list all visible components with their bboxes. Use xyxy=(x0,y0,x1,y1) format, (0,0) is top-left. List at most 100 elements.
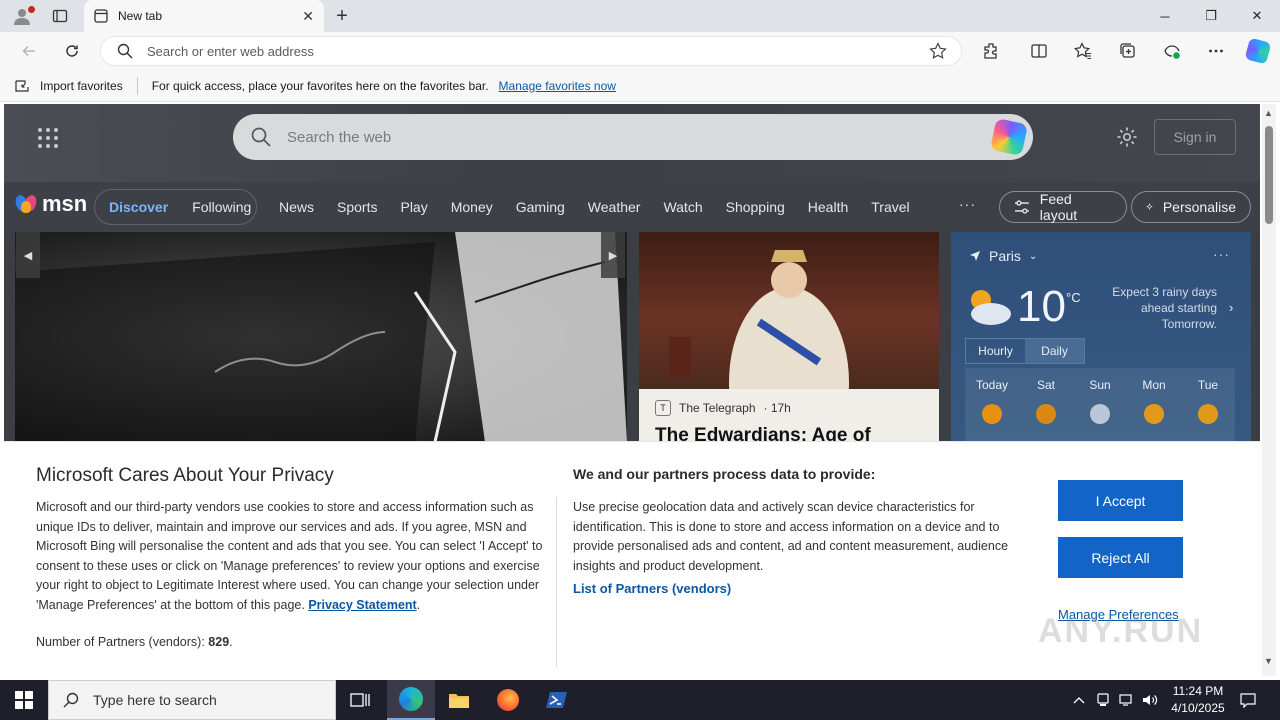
nav-weather[interactable]: Weather xyxy=(588,199,641,215)
search-icon xyxy=(251,127,271,147)
feed-layout-button[interactable]: Feed layout xyxy=(999,191,1127,223)
more-options-icon[interactable] xyxy=(1201,36,1231,66)
tab-actions-icon[interactable] xyxy=(46,4,74,28)
chevron-right-icon[interactable]: › xyxy=(1229,300,1233,315)
data-processing-heading: We and our partners process data to prov… xyxy=(573,466,876,482)
notifications-button[interactable] xyxy=(1236,680,1260,720)
hero-carousel-image[interactable] xyxy=(15,232,627,442)
scroll-up-icon[interactable]: ▲ xyxy=(1264,108,1273,118)
scroll-down-icon[interactable]: ▼ xyxy=(1264,656,1273,666)
tab-discover[interactable]: Discover xyxy=(109,199,168,215)
anyrun-watermark: ANY.RUN xyxy=(1038,612,1204,650)
extensions-icon[interactable] xyxy=(976,36,1006,66)
weather-day[interactable]: Mon xyxy=(1127,368,1181,448)
close-window-button[interactable]: ✕ xyxy=(1234,0,1280,32)
weather-temperature: 10 xyxy=(1017,282,1066,331)
partly-cloudy-icon xyxy=(971,290,1011,325)
tab-title: New tab xyxy=(118,9,163,23)
scrollbar-thumb[interactable] xyxy=(1265,126,1273,224)
carousel-next-button[interactable]: ▶ xyxy=(601,232,625,278)
clock-date: 4/10/2025 xyxy=(1171,701,1225,715)
sparkle-icon xyxy=(1146,203,1153,210)
taskbar-firefox[interactable] xyxy=(484,680,532,720)
tab-new-tab[interactable]: New tab ✕ xyxy=(84,0,324,32)
copilot-search-icon[interactable] xyxy=(990,118,1028,156)
new-tab-button[interactable]: + xyxy=(330,4,354,28)
import-favorites-icon[interactable] xyxy=(14,78,30,94)
weather-day[interactable]: Today xyxy=(965,368,1019,448)
reject-all-button[interactable]: Reject All xyxy=(1058,537,1183,578)
weather-days: Today Sat Sun Mon Tue xyxy=(965,368,1235,448)
settings-gear-icon[interactable] xyxy=(1114,124,1140,150)
weather-more-icon[interactable]: ··· xyxy=(1213,246,1230,262)
taskbar-file-explorer[interactable] xyxy=(435,680,483,720)
volume-icon[interactable] xyxy=(1139,680,1161,720)
nav-news[interactable]: News xyxy=(279,199,314,215)
favorites-icon[interactable] xyxy=(1068,36,1098,66)
copilot-icon[interactable] xyxy=(1243,36,1273,66)
import-favorites-button[interactable]: Import favorites xyxy=(40,79,123,93)
manage-favorites-link[interactable]: Manage favorites now xyxy=(499,79,616,93)
personalise-button[interactable]: Personalise xyxy=(1131,191,1251,223)
list-of-partners-link[interactable]: List of Partners (vendors) xyxy=(573,581,731,596)
weather-day[interactable]: Tue xyxy=(1181,368,1235,448)
task-view-button[interactable] xyxy=(336,680,384,720)
nav-sports[interactable]: Sports xyxy=(337,199,377,215)
profile-icon[interactable] xyxy=(8,4,36,28)
nav-gaming[interactable]: Gaming xyxy=(516,199,565,215)
network-icon[interactable] xyxy=(1115,680,1137,720)
privacy-statement-link[interactable]: Privacy Statement xyxy=(308,598,416,612)
nav-more-button[interactable]: ··· xyxy=(959,196,976,212)
weather-day[interactable]: Sat xyxy=(1019,368,1073,448)
nav-money[interactable]: Money xyxy=(451,199,493,215)
news-source-name: The Telegraph xyxy=(679,401,756,415)
nav-play[interactable]: Play xyxy=(400,199,427,215)
sign-in-button[interactable]: Sign in xyxy=(1154,119,1236,155)
split-screen-icon[interactable] xyxy=(1024,36,1054,66)
chevron-down-icon: ⌄ xyxy=(1028,250,1038,262)
clock-time: 11:24 PM xyxy=(1172,684,1224,698)
address-bar[interactable]: Search or enter web address xyxy=(100,36,962,66)
page-scrollbar[interactable]: ▲ ▼ xyxy=(1262,104,1276,676)
msn-logo[interactable]: msn xyxy=(13,191,87,217)
browser-essentials-icon[interactable] xyxy=(1157,36,1187,66)
app-launcher-icon[interactable] xyxy=(38,128,58,148)
weather-day[interactable]: Sun xyxy=(1073,368,1127,448)
day-label: Sat xyxy=(1036,378,1055,392)
tab-hourly[interactable]: Hourly xyxy=(966,339,1025,363)
refresh-button[interactable] xyxy=(57,36,87,66)
nav-travel[interactable]: Travel xyxy=(871,199,909,215)
carousel-prev-button[interactable]: ◀ xyxy=(16,232,40,278)
device-icon[interactable] xyxy=(1092,680,1114,720)
tab-daily[interactable]: Daily xyxy=(1025,339,1084,363)
nav-health[interactable]: Health xyxy=(808,199,848,215)
accept-button[interactable]: I Accept xyxy=(1058,480,1183,521)
taskbar-powershell[interactable] xyxy=(533,680,581,720)
taskbar-search-box[interactable]: Type here to search xyxy=(48,680,336,720)
minimize-button[interactable]: ─ xyxy=(1142,0,1188,32)
telegraph-logo-icon: T xyxy=(655,400,671,416)
folder-icon xyxy=(449,694,469,708)
tab-following[interactable]: Following xyxy=(192,199,251,215)
back-button[interactable] xyxy=(14,36,44,66)
start-button[interactable] xyxy=(0,680,48,720)
favorites-bar: Import favorites For quick access, place… xyxy=(0,70,1280,102)
news-headline[interactable]: The Edwardians: Age of xyxy=(655,425,871,442)
weather-card[interactable]: Paris ⌄ ··· 10 °C Expect 3 rainy days ah… xyxy=(951,232,1251,448)
news-card[interactable]: T The Telegraph · 17h The Edwardians: Ag… xyxy=(639,232,939,442)
powershell-icon xyxy=(546,692,567,708)
close-tab-icon[interactable]: ✕ xyxy=(302,8,314,25)
nav-shopping[interactable]: Shopping xyxy=(726,199,785,215)
show-hidden-icons[interactable] xyxy=(1068,680,1090,720)
privacy-body-text: Microsoft and our third-party vendors us… xyxy=(36,500,543,612)
favorite-star-icon[interactable] xyxy=(929,42,947,60)
nav-watch[interactable]: Watch xyxy=(663,199,702,215)
taskbar-edge[interactable] xyxy=(387,680,435,720)
restore-button[interactable]: ❐ xyxy=(1188,0,1234,32)
weather-tabs: Hourly Daily xyxy=(965,338,1085,364)
collections-icon[interactable] xyxy=(1113,36,1143,66)
partly-cloudy-icon xyxy=(1144,404,1164,424)
taskbar-clock[interactable]: 11:24 PM 4/10/2025 xyxy=(1160,683,1236,717)
msn-search-box[interactable]: Search the web xyxy=(233,114,1033,160)
weather-location[interactable]: Paris ⌄ xyxy=(969,248,1037,264)
